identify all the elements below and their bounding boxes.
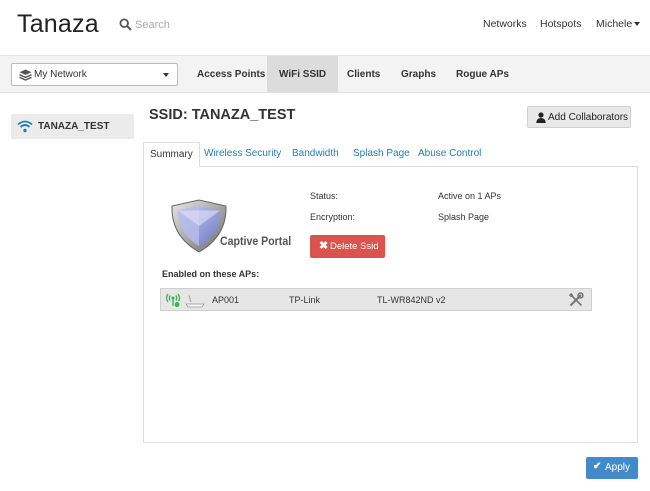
tab-graphs[interactable]: Graphs bbox=[389, 56, 448, 92]
chevron-down-icon bbox=[163, 73, 169, 77]
chevron-down-icon bbox=[634, 22, 641, 27]
search-icon[interactable] bbox=[119, 18, 132, 31]
tab-clients[interactable]: Clients bbox=[335, 56, 392, 92]
wifi-icon bbox=[17, 120, 33, 133]
encryption-label: Encryption: bbox=[310, 212, 356, 222]
table-row[interactable]: AP001 TP-Link TL-WR842ND v2 bbox=[160, 288, 592, 311]
apply-label: Apply bbox=[605, 462, 631, 473]
logo[interactable]: Tanaza bbox=[17, 10, 99, 39]
sub-navigation: My Network Access Points WiFi SSID Clien… bbox=[0, 55, 650, 93]
close-icon: ✖ bbox=[319, 240, 329, 252]
network-select[interactable]: My Network bbox=[11, 63, 178, 86]
tab-wifi-ssid[interactable]: WiFi SSID bbox=[267, 56, 339, 92]
user-icon bbox=[536, 112, 546, 123]
network-select-label: My Network bbox=[34, 69, 87, 80]
ap-name: AP001 bbox=[212, 295, 240, 305]
page-title: SSID: TANAZA_TEST bbox=[149, 107, 296, 123]
apply-button[interactable]: ✔ Apply bbox=[586, 457, 638, 479]
add-collaborators-label: Add Collaborators bbox=[548, 112, 629, 123]
status-label: Status: bbox=[310, 191, 339, 201]
captive-portal-label: Captive Portal bbox=[220, 236, 292, 248]
router-icon bbox=[185, 295, 205, 308]
ap-vendor: TP-Link bbox=[289, 295, 321, 305]
add-collaborators-button[interactable]: Add Collaborators bbox=[527, 106, 631, 128]
tab-splash-page[interactable]: Splash Page bbox=[347, 142, 416, 167]
sidebar-item-label: TANAZA_TEST bbox=[38, 121, 110, 132]
status-value: Active on 1 APs bbox=[438, 191, 502, 201]
user-name: Michele bbox=[596, 18, 633, 30]
nav-networks[interactable]: Networks bbox=[483, 18, 527, 30]
tab-summary[interactable]: Summary bbox=[143, 142, 200, 168]
ssid-tabs: Summary Wireless Security Bandwidth Spla… bbox=[143, 142, 638, 168]
tab-bandwidth[interactable]: Bandwidth bbox=[286, 142, 345, 167]
enabled-aps-label: Enabled on these APs: bbox=[162, 269, 260, 279]
search-input[interactable] bbox=[135, 15, 295, 35]
layers-icon bbox=[19, 69, 32, 81]
top-header: Tanaza Networks Hotspots Michele bbox=[0, 0, 650, 54]
tab-wireless-security[interactable]: Wireless Security bbox=[198, 142, 287, 167]
tab-abuse-control[interactable]: Abuse Control bbox=[412, 142, 487, 167]
tab-access-points[interactable]: Access Points bbox=[185, 56, 277, 92]
delete-ssid-label: Delete Ssid bbox=[330, 241, 379, 252]
ap-model: TL-WR842ND v2 bbox=[377, 295, 446, 305]
tools-icon[interactable] bbox=[568, 292, 584, 308]
antenna-icon bbox=[165, 293, 181, 308]
nav-hotspots[interactable]: Hotspots bbox=[540, 18, 581, 30]
tab-rogue-aps[interactable]: Rogue APs bbox=[444, 56, 521, 92]
sidebar-item-tanaza-test[interactable]: TANAZA_TEST bbox=[11, 114, 134, 139]
delete-ssid-button[interactable]: ✖ Delete Ssid bbox=[310, 235, 385, 258]
check-icon: ✔ bbox=[593, 461, 602, 472]
user-menu[interactable]: Michele bbox=[596, 18, 641, 30]
encryption-value: Splash Page bbox=[438, 212, 490, 222]
